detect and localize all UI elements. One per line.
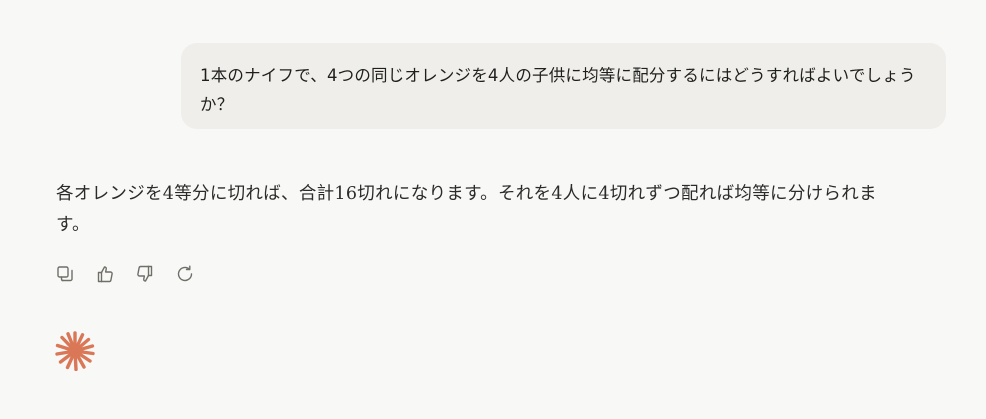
thumbs-up-icon bbox=[97, 266, 113, 283]
retry-icon bbox=[177, 265, 193, 282]
thumbs-up-button[interactable] bbox=[95, 264, 115, 284]
copy-button[interactable] bbox=[55, 264, 75, 284]
message-actions bbox=[55, 264, 215, 284]
assistant-message-text: 各オレンジを4等分に切れば、合計16切れになります。それを4人に4切れずつ配れば… bbox=[56, 184, 877, 235]
starburst-logo-icon bbox=[55, 331, 95, 371]
user-message-bubble: 1本のナイフで、4つの同じオレンジを4人の子供に均等に配分するにはどうすればよい… bbox=[181, 43, 946, 129]
user-message-text: 1本のナイフで、4つの同じオレンジを4人の子供に均等に配分するにはどうすればよい… bbox=[200, 66, 916, 114]
copy-icon bbox=[57, 266, 73, 282]
retry-button[interactable] bbox=[175, 264, 195, 284]
thumbs-down-icon bbox=[137, 265, 153, 282]
thumbs-down-button[interactable] bbox=[135, 264, 155, 284]
